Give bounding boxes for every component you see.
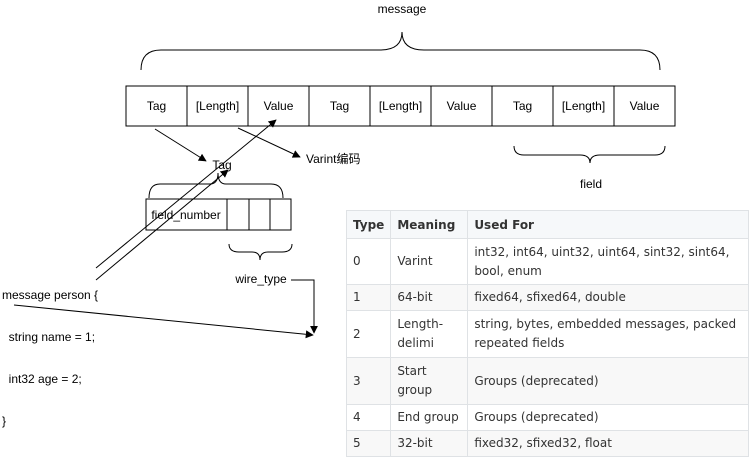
message-cell-label: [Length] [379, 99, 422, 113]
code-line: } [2, 414, 7, 428]
cell-meaning: Length-delimi [390, 310, 469, 358]
table-header-row: Type Meaning Used For [345, 210, 749, 239]
cell-type: 0 [345, 238, 392, 285]
cell-used-for: int32, int64, uint32, uint64, sint32, si… [467, 238, 749, 285]
cell-used-for: string, bytes, embedded messages, packed… [467, 310, 749, 358]
code-line: string name = 1; [2, 330, 96, 344]
code-line: int32 age = 2; [2, 372, 82, 386]
message-cell-label: Tag [513, 99, 532, 113]
cell-meaning: 64-bit [390, 284, 469, 311]
field-brace [513, 145, 666, 164]
cell-used-for: fixed64, sfixed64, double [467, 284, 749, 311]
wire-type-label: wire_type [234, 272, 287, 286]
header-used-for: Used For [467, 210, 749, 239]
message-cell-label: Value [630, 99, 660, 113]
message-cell-label: Tag [330, 99, 349, 113]
table-row: 2 Length-delimi string, bytes, embedded … [345, 310, 749, 358]
name-to-value-arrow [95, 119, 277, 269]
message-cell-label: Value [264, 99, 294, 113]
table-row: 5 32-bit fixed32, sfixed32, float [345, 430, 749, 457]
table-row: 1 64-bit fixed64, sfixed64, double [345, 284, 749, 311]
cell-type: 3 [345, 357, 392, 405]
cell-used-for: Groups (deprecated) [467, 404, 749, 431]
code-line: message person { [2, 288, 99, 302]
cell-type: 1 [345, 284, 392, 311]
wire-type-to-table-arrow [291, 279, 318, 334]
field-number-label: field_number [151, 208, 220, 222]
tag-to-tagbyte-arrow [154, 128, 207, 162]
message-cell-label: Value [447, 99, 477, 113]
cell-meaning: Varint [390, 238, 469, 285]
cell-meaning: Start group [390, 357, 469, 405]
message-cell-label: Tag [147, 99, 166, 113]
cell-type: 5 [345, 430, 392, 457]
table-row: 4 End group Groups (deprecated) [345, 404, 749, 431]
message-cells-row: Tag [Length] Value Tag [Length] Value Tag [Leng… [125, 85, 676, 127]
message-label: message [378, 2, 427, 16]
message-brace [140, 31, 661, 71]
length-to-varint-arrow [237, 127, 301, 158]
wire-type-table: Type Meaning Used For 0 Varint int32, in… [345, 210, 749, 457]
field-label: field [580, 177, 602, 191]
cell-meaning: 32-bit [390, 430, 469, 457]
varint-label: Varint编码 [306, 151, 360, 166]
header-type: Type [345, 210, 392, 239]
cell-type: 2 [345, 310, 392, 358]
cell-used-for: fixed32, sfixed32, float [467, 430, 749, 457]
header-meaning: Meaning [390, 210, 469, 239]
cell-used-for: Groups (deprecated) [467, 357, 749, 405]
message-cell-label: [Length] [196, 99, 239, 113]
message-definition-code: message person { string name = 1; int32 … [2, 260, 98, 442]
cell-meaning: End group [390, 404, 469, 431]
table-row: 3 Start group Groups (deprecated) [345, 357, 749, 405]
cell-type: 4 [345, 404, 392, 431]
message-cell-label: [Length] [562, 99, 605, 113]
wire-type-brace [228, 243, 293, 261]
table-row: 0 Varint int32, int64, uint32, uint64, s… [345, 238, 749, 285]
tag-brace [148, 172, 284, 199]
